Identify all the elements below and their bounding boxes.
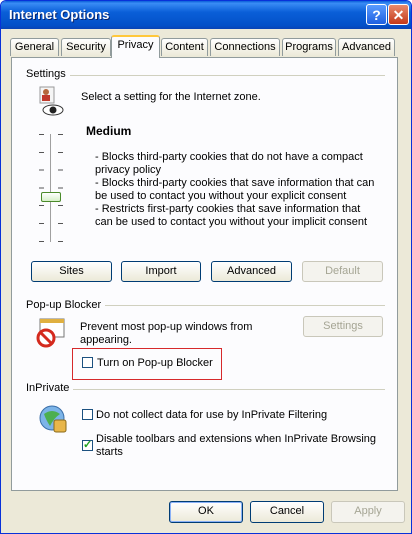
close-icon[interactable]: ✕: [388, 4, 409, 25]
privacy-level-title: Medium: [86, 124, 132, 138]
inprivate-filtering-label[interactable]: Do not collect data for use by InPrivate…: [96, 409, 327, 422]
advanced-button[interactable]: Advanced: [211, 261, 292, 282]
popup-blocker-icon: [36, 318, 65, 348]
default-button[interactable]: Default: [302, 261, 383, 282]
inprivate-toolbars-label-line2[interactable]: starts: [96, 446, 123, 459]
tab-security[interactable]: Security: [61, 38, 111, 56]
cancel-button[interactable]: Cancel: [250, 501, 324, 523]
tab-connections[interactable]: Connections: [210, 38, 280, 56]
window-title: Internet Options: [9, 7, 110, 22]
import-button[interactable]: Import: [121, 261, 201, 282]
tab-programs[interactable]: Programs: [282, 38, 336, 56]
privacy-level-slider[interactable]: [36, 134, 66, 244]
tab-advanced[interactable]: Advanced: [338, 38, 395, 56]
popup-description-line2: appearing.: [80, 334, 132, 346]
inprivate-toolbars-checkbox[interactable]: [82, 438, 93, 451]
description-line: - Blocks third-party cookies that save i…: [95, 177, 375, 189]
settings-group-line: [26, 75, 385, 76]
tab-privacy[interactable]: Privacy: [111, 35, 160, 58]
ok-button[interactable]: OK: [169, 501, 243, 523]
tab-general[interactable]: General: [10, 38, 59, 56]
settings-group-label: Settings: [26, 68, 70, 80]
popup-description-line1: Prevent most pop-up windows from: [80, 321, 253, 333]
popup-blocker-checkbox[interactable]: [82, 357, 93, 368]
description-line: - Restricts first-party cookies that sav…: [95, 203, 361, 215]
description-line: - Blocks third-party cookies that do not…: [95, 151, 363, 163]
popup-group-label: Pop-up Blocker: [26, 299, 106, 311]
tab-content[interactable]: Content: [161, 38, 208, 56]
description-line: can be used to contact you without your …: [95, 216, 368, 228]
description-line: privacy policy: [95, 164, 162, 176]
internet-options-window: Internet Options ? ✕ General Security Pr…: [0, 0, 412, 534]
settings-prompt: Select a setting for the Internet zone.: [81, 91, 261, 103]
apply-button[interactable]: Apply: [331, 501, 405, 523]
privacy-panel: Settings Select a setting for the Intern…: [11, 57, 398, 491]
help-icon[interactable]: ?: [366, 4, 387, 25]
popup-settings-button[interactable]: Settings: [303, 316, 383, 337]
inprivate-group-label: InPrivate: [26, 382, 74, 394]
inprivate-group-line: [26, 389, 385, 390]
inprivate-icon: [39, 405, 67, 433]
inprivate-toolbars-label-line1[interactable]: Disable toolbars and extensions when InP…: [96, 433, 376, 446]
description-line: be used to contact you without your expl…: [95, 190, 347, 202]
slider-thumb[interactable]: [41, 192, 61, 202]
sites-button[interactable]: Sites: [31, 261, 112, 282]
inprivate-filtering-checkbox[interactable]: [82, 409, 93, 420]
popup-blocker-checkbox-label[interactable]: Turn on Pop-up Blocker: [97, 357, 213, 370]
title-bar[interactable]: Internet Options ? ✕: [1, 1, 411, 29]
privacy-person-eye-icon: [39, 86, 64, 116]
